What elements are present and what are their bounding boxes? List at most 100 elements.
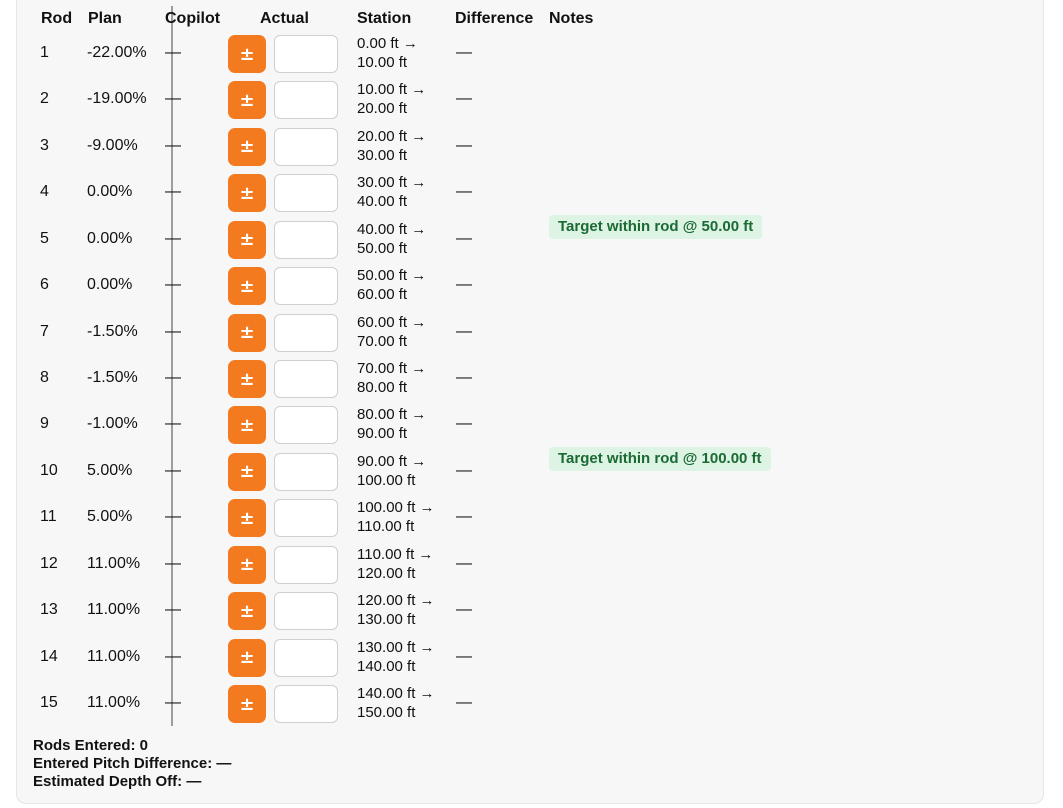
plus-minus-button[interactable]: ±	[228, 452, 266, 491]
difference-value: —	[456, 415, 472, 433]
station-end: 10.00 ft	[357, 54, 408, 71]
plus-minus-button[interactable]: ±	[228, 127, 266, 166]
difference-value: —	[456, 276, 472, 294]
plus-minus-button[interactable]: ±	[228, 685, 266, 724]
rod-number: 12	[40, 554, 58, 572]
plan-value: -1.00%	[87, 415, 138, 433]
station-range: 140.00 ft → 150.00 ft	[357, 684, 435, 722]
station-range: 110.00 ft → 120.00 ft	[357, 545, 433, 583]
difference-value: —	[456, 183, 472, 201]
station-end: 20.00 ft	[357, 100, 408, 118]
actual-input[interactable]	[274, 127, 338, 166]
actual-input[interactable]	[274, 174, 338, 213]
plus-minus-button[interactable]: ±	[228, 499, 266, 538]
copilot-value: —	[165, 276, 181, 294]
rod-number: 13	[40, 601, 58, 619]
actual-input[interactable]	[274, 81, 338, 120]
station-range: 50.00 ft → 60.00 ft	[357, 266, 426, 304]
plus-minus-button[interactable]: ±	[228, 638, 266, 677]
plan-value: 0.00%	[87, 276, 133, 294]
station-end: 140.00 ft	[357, 657, 416, 675]
table-row: 12 11.00% — ±110.00 ft → 120.00 ft —	[1, 543, 1029, 589]
station-start: 140.00 ft →	[357, 685, 435, 703]
station-start: 0.00 ft →	[357, 35, 418, 52]
rods-entered: Rods Entered: 0	[33, 737, 149, 754]
station-start: 60.00 ft →	[357, 313, 427, 331]
station-end: 40.00 ft	[357, 193, 408, 211]
target-note-badge: Target within rod @ 100.00 ft	[549, 446, 771, 471]
actual-input[interactable]	[274, 685, 338, 724]
actual-input[interactable]	[274, 499, 338, 538]
actual-input[interactable]	[274, 545, 338, 584]
actual-input[interactable]	[274, 406, 338, 445]
station-range: 20.00 ft → 30.00 ft	[357, 127, 426, 165]
station-end: 50.00 ft	[357, 239, 408, 257]
difference-value: —	[456, 90, 472, 108]
station-start: 130.00 ft →	[357, 638, 435, 656]
station-range: 80.00 ft → 90.00 ft	[357, 405, 426, 443]
difference-value: —	[456, 461, 472, 479]
station-start: 80.00 ft →	[357, 406, 427, 424]
plus-minus-button[interactable]: ±	[228, 592, 266, 631]
plus-minus-button[interactable]: ±	[228, 313, 266, 352]
station-start: 70.00 ft →	[357, 360, 427, 377]
copilot-value: —	[165, 694, 181, 712]
rod-number: 11	[40, 508, 57, 526]
plan-value: 11.00%	[87, 554, 141, 572]
plus-minus-button[interactable]: ±	[228, 220, 266, 259]
actual-input[interactable]	[274, 360, 338, 398]
table-row: 14 11.00% — ±130.00 ft → 140.00 ft —	[1, 636, 1029, 682]
actual-input[interactable]	[274, 313, 338, 352]
plus-minus-button[interactable]: ±	[228, 406, 266, 445]
station-start: 120.00 ft →	[357, 592, 435, 610]
difference-value: —	[456, 369, 472, 386]
table-row: 4 0.00% — ±30.00 ft → 40.00 ft —	[1, 171, 1029, 217]
plus-minus-button[interactable]: ±	[228, 174, 266, 213]
plus-minus-button[interactable]: ±	[228, 35, 266, 73]
rod-number: 9	[40, 415, 49, 433]
station-range: 0.00 ft → 10.00 ft	[357, 34, 418, 72]
copilot-value: —	[165, 369, 181, 386]
actual-input[interactable]	[274, 638, 338, 677]
plus-minus-button[interactable]: ±	[228, 360, 266, 398]
copilot-value: —	[165, 601, 181, 619]
plus-minus-button[interactable]: ±	[228, 267, 266, 306]
station-end: 110.00 ft	[357, 518, 415, 536]
actual-input[interactable]	[274, 220, 338, 259]
difference-value: —	[456, 647, 472, 665]
difference-value: —	[456, 554, 472, 572]
difference-value: —	[456, 694, 472, 712]
rod-number: 8	[40, 369, 49, 386]
pitch-difference: Entered Pitch Difference: —	[33, 755, 232, 772]
plan-value: -19.00%	[87, 90, 147, 108]
plus-minus-button[interactable]: ±	[228, 545, 266, 584]
actual-input[interactable]	[274, 35, 338, 73]
station-end: 70.00 ft	[357, 332, 408, 350]
table-row: 3 -9.00% — ±20.00 ft → 30.00 ft —	[1, 125, 1029, 171]
copilot-value: —	[165, 136, 181, 154]
copilot-value: —	[165, 647, 181, 665]
difference-value: —	[456, 601, 472, 619]
plan-value: 5.00%	[87, 461, 133, 479]
rod-number: 4	[40, 183, 49, 201]
table-row: 7 -1.50% — ±60.00 ft → 70.00 ft —	[1, 311, 1029, 357]
station-start: 100.00 ft →	[357, 499, 435, 517]
station-end: 150.00 ft	[357, 704, 416, 722]
rod-number: 3	[40, 136, 49, 154]
actual-input[interactable]	[274, 267, 338, 306]
table-row: 15 11.00% — ±140.00 ft → 150.00 ft —	[1, 682, 1029, 728]
actual-input[interactable]	[274, 452, 338, 491]
plan-value: -1.50%	[87, 322, 138, 340]
table-row: 10 5.00% — ±90.00 ft → 100.00 ft — Target with…	[1, 446, 1029, 496]
station-start: 90.00 ft →	[357, 452, 427, 470]
plus-minus-button[interactable]: ±	[228, 81, 266, 120]
plan-value: -22.00%	[87, 44, 147, 61]
actual-input[interactable]	[274, 592, 338, 631]
rod-number: 10	[40, 461, 58, 479]
rod-number: 14	[40, 647, 58, 665]
difference-value: —	[456, 508, 472, 526]
table-row: 1 -22.00% — ±0.00 ft → 10.00 ft —	[1, 32, 1029, 78]
table-row: 9 -1.00% — ±80.00 ft → 90.00 ft —	[1, 403, 1029, 449]
station-start: 30.00 ft →	[357, 174, 427, 192]
plan-value: 11.00%	[87, 647, 141, 665]
